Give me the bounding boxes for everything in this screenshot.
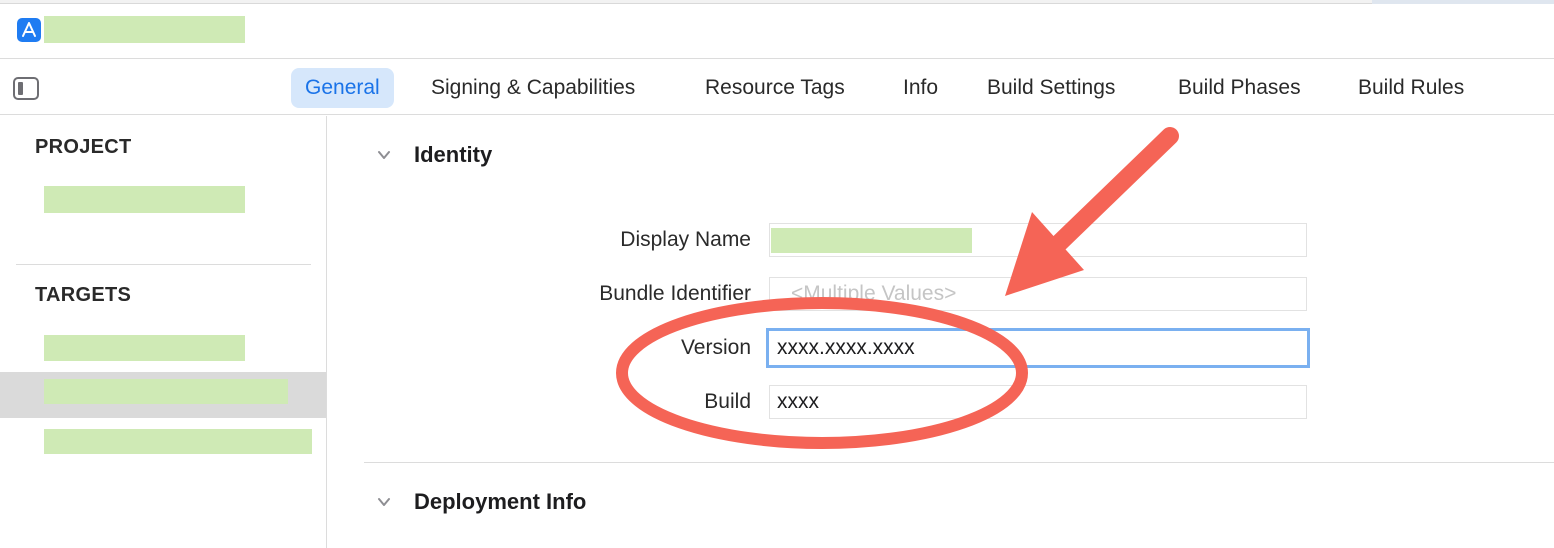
bundle-identifier-placeholder: <Multiple Values>: [791, 282, 957, 305]
tab-resource-tags[interactable]: Resource Tags: [691, 68, 859, 108]
display-name-label: Display Name: [620, 228, 751, 251]
project-navigator: PROJECT TARGETS: [0, 116, 327, 548]
identity-section-title[interactable]: Identity: [414, 142, 492, 168]
display-name-value-redacted: [771, 228, 972, 253]
deployment-info-section-title[interactable]: Deployment Info: [414, 489, 586, 515]
editor-tab-bar: General Signing & Capabilities Resource …: [0, 60, 1554, 115]
tab-info[interactable]: Info: [889, 68, 952, 108]
sidebar-divider: [16, 264, 311, 265]
display-name-field[interactable]: [769, 223, 1307, 257]
project-name-redacted: [44, 16, 245, 43]
project-item-redacted[interactable]: [44, 186, 245, 213]
target-item-selected-redacted: [44, 379, 288, 404]
version-label: Version: [680, 336, 751, 359]
bundle-identifier-field[interactable]: <Multiple Values>: [769, 277, 1307, 311]
version-field[interactable]: xxxx.xxxx.xxxx: [766, 328, 1310, 368]
sidebar-toggle-icon[interactable]: [13, 77, 39, 100]
tab-build-phases[interactable]: Build Phases: [1164, 68, 1315, 108]
tab-general[interactable]: General: [291, 68, 394, 108]
bundle-identifier-label: Bundle Identifier: [599, 282, 751, 305]
build-label: Build: [704, 390, 751, 413]
target-item-redacted[interactable]: [44, 429, 312, 454]
build-field[interactable]: xxxx: [769, 385, 1307, 419]
app-store-icon[interactable]: [17, 18, 41, 42]
title-bar: [0, 4, 1554, 59]
tab-build-rules[interactable]: Build Rules: [1344, 68, 1478, 108]
target-item-redacted[interactable]: [44, 335, 245, 361]
project-section-heading: PROJECT: [35, 136, 132, 158]
chevron-down-icon[interactable]: [377, 148, 391, 162]
tab-build-settings[interactable]: Build Settings: [973, 68, 1129, 108]
tab-signing-capabilities[interactable]: Signing & Capabilities: [417, 68, 649, 108]
section-divider: [364, 462, 1554, 463]
targets-section-heading: TARGETS: [35, 284, 132, 306]
chevron-down-icon[interactable]: [377, 495, 391, 509]
